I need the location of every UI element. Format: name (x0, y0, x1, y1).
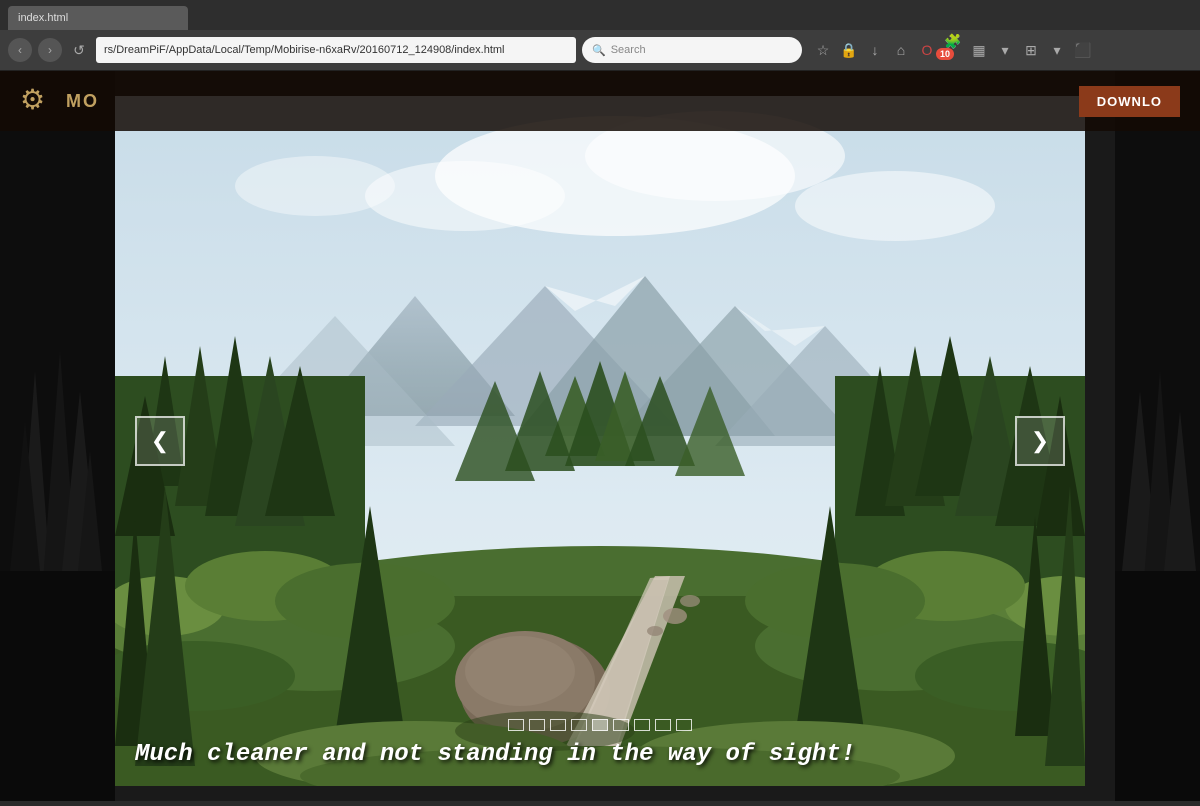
left-forest-svg (0, 71, 115, 801)
extra-icon[interactable]: ▾ (1046, 39, 1068, 61)
app-header: ⚙ MO DOWNLO (0, 71, 1200, 131)
search-icon: 🔍 (592, 44, 606, 57)
indicator-6[interactable] (613, 719, 629, 731)
right-forest-svg (1115, 71, 1200, 801)
slideshow-container: ❮ ❯ Much cleaner and not standing in the… (115, 96, 1085, 786)
app-logo-text: MO (66, 91, 99, 112)
side-panel-right (1115, 71, 1200, 801)
next-icon: ❯ (1031, 428, 1049, 454)
browser-toolbar: ‹ › ↺ rs/DreamPiF/AppData/Local/Temp/Mob… (0, 30, 1200, 70)
app-logo-icon: ⚙ (20, 83, 56, 119)
address-text: rs/DreamPiF/AppData/Local/Temp/Mobirise-… (104, 44, 505, 56)
menu-icon[interactable]: ▦ (968, 39, 990, 61)
refresh-icon: ↺ (73, 42, 85, 59)
prev-button[interactable]: ❮ (135, 416, 185, 466)
refresh-button[interactable]: ↺ (68, 39, 90, 61)
perf-icon[interactable]: ⬛ (1072, 39, 1094, 61)
toolbar-icons: ☆ 🔒 ↓ ⌂ O 🧩 10 ▦ ▾ ⊞ ▾ ⬛ (812, 30, 1094, 70)
browser-tab[interactable]: index.html (8, 6, 188, 30)
search-placeholder: Search (611, 44, 646, 56)
bookmark-icon[interactable]: ☆ (812, 39, 834, 61)
notification-badge: 10 (936, 48, 954, 60)
download-button[interactable]: DOWNLO (1079, 86, 1180, 117)
search-bar[interactable]: 🔍 Search (582, 37, 802, 63)
caption-text: Much cleaner and not standing in the way… (135, 741, 855, 768)
indicator-4[interactable] (571, 719, 587, 731)
address-bar[interactable]: rs/DreamPiF/AppData/Local/Temp/Mobirise-… (96, 37, 576, 63)
dropdown-icon[interactable]: ▾ (994, 39, 1016, 61)
browser-chrome: index.html ‹ › ↺ rs/DreamPiF/AppData/Loc… (0, 0, 1200, 71)
app-content: ⚙ MO DOWNLO (0, 71, 1200, 801)
next-button[interactable]: ❯ (1015, 416, 1065, 466)
slide-indicators (508, 719, 692, 731)
indicator-1[interactable] (508, 719, 524, 731)
indicator-5[interactable] (592, 719, 608, 731)
indicator-9[interactable] (676, 719, 692, 731)
opera-icon[interactable]: O (916, 39, 938, 61)
tab-label: index.html (18, 12, 68, 24)
sidebar-icon[interactable]: ⊞ (1020, 39, 1042, 61)
forward-icon: › (48, 43, 52, 57)
slide-image (115, 96, 1085, 786)
forward-button[interactable]: › (38, 38, 62, 62)
indicator-7[interactable] (634, 719, 650, 731)
back-button[interactable]: ‹ (8, 38, 32, 62)
extensions-icon-wrapper: 🧩 10 (942, 30, 964, 70)
home-icon[interactable]: ⌂ (890, 39, 912, 61)
landscape-svg (115, 96, 1085, 786)
secure-icon[interactable]: 🔒 (838, 39, 860, 61)
indicator-2[interactable] (529, 719, 545, 731)
browser-tabs: index.html (0, 0, 1200, 30)
indicator-8[interactable] (655, 719, 671, 731)
prev-icon: ❮ (151, 428, 169, 454)
back-icon: ‹ (18, 43, 22, 57)
app-header-right: DOWNLO (1079, 86, 1180, 117)
indicator-3[interactable] (550, 719, 566, 731)
download-icon[interactable]: ↓ (864, 39, 886, 61)
slide-caption: Much cleaner and not standing in the way… (115, 733, 1085, 776)
side-panel-left (0, 71, 115, 801)
